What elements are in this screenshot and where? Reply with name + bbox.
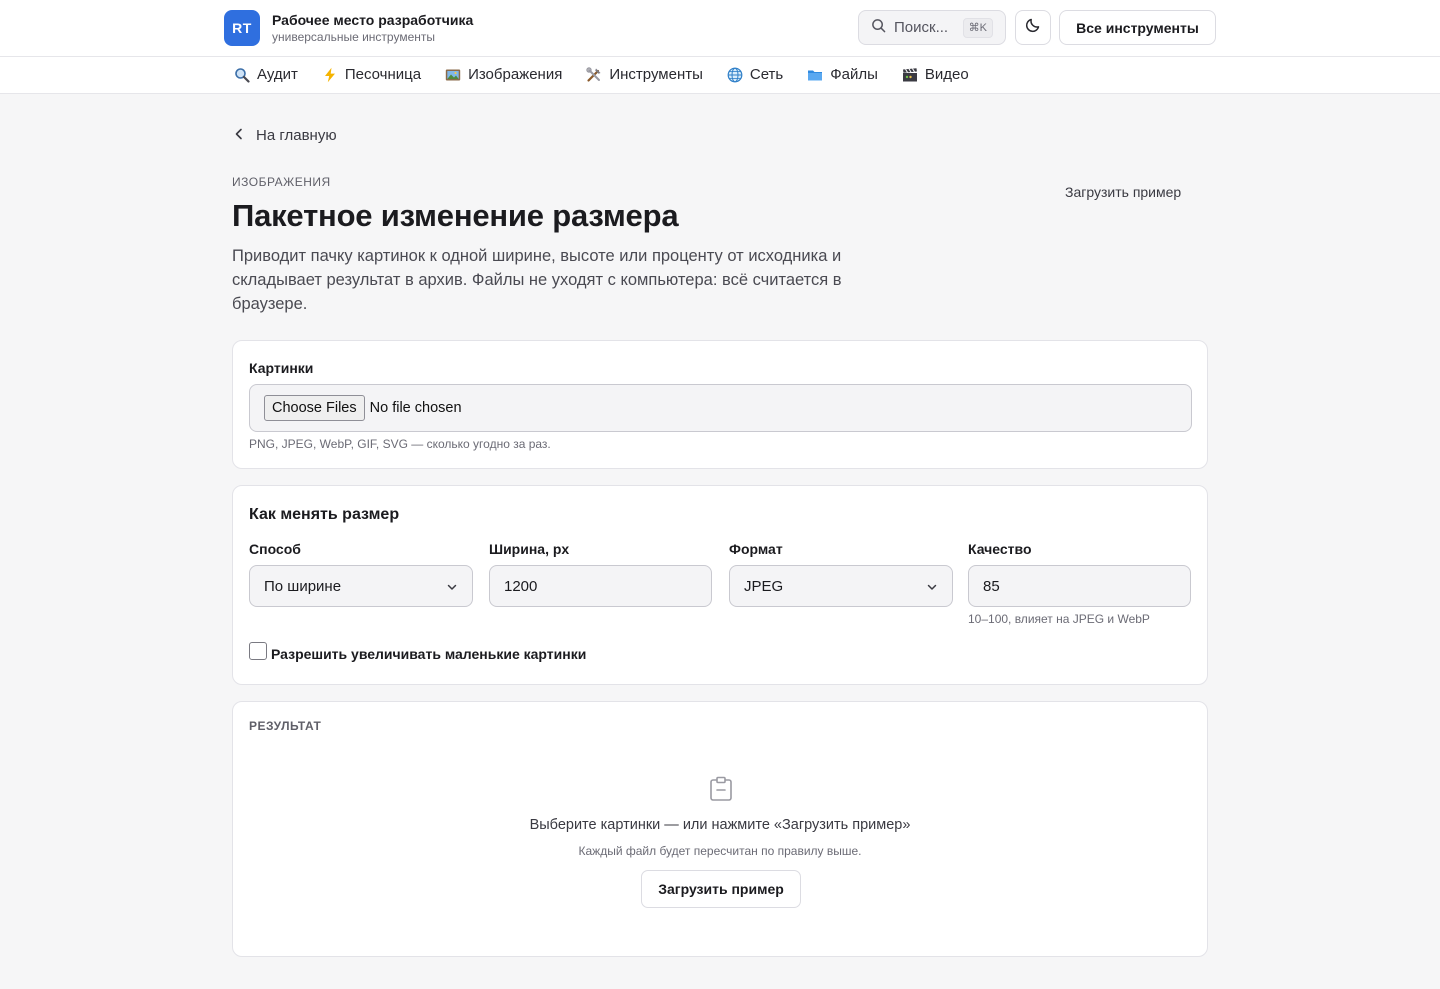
nav-item-label: Файлы [830, 66, 878, 83]
upscale-checkbox[interactable] [249, 642, 267, 660]
app-title: Рабочее место разработчика [272, 12, 474, 28]
nav-item-label: Изображения [468, 66, 563, 83]
nav-item-images[interactable]: Изображения [445, 66, 562, 83]
theme-toggle-button[interactable] [1015, 10, 1051, 45]
format-label: Формат [729, 541, 783, 557]
app-logo[interactable]: RT [224, 10, 260, 46]
nav-item-label: Сеть [749, 66, 784, 83]
nav-item-network[interactable]: Сеть [727, 66, 783, 83]
search-button[interactable]: Поиск... ⌘K [858, 10, 1006, 45]
clapper-icon [902, 67, 918, 83]
quality-input[interactable]: 85 [968, 565, 1191, 607]
nav-item-label: Инструменты [609, 66, 703, 83]
search-shortcut: ⌘K [962, 18, 993, 38]
clipboard-icon [709, 776, 733, 807]
page-description: Приводит пачку картинок к одной ширине, … [232, 247, 842, 313]
images-hint: PNG, JPEG, WebP, GIF, SVG — сколько угод… [249, 437, 551, 451]
nav-item-label: Видео [924, 66, 969, 83]
app-subtitle: универсальные инструменты [272, 30, 436, 44]
file-input[interactable]: Choose Files No file chosen [249, 384, 1192, 432]
nav-item-sandbox[interactable]: Песочница [322, 66, 421, 83]
lightning-icon [322, 67, 338, 83]
nav-item-label: Песочница [344, 66, 422, 83]
file-status: No file chosen [369, 400, 462, 416]
upscale-label[interactable]: Разрешить увеличивать маленькие картинки [271, 646, 586, 662]
result-card: РЕЗУЛЬТАТ Выберите картинки — или нажмит… [232, 701, 1208, 957]
choose-files-button[interactable]: Choose Files [264, 395, 365, 421]
page-title: Пакетное изменение размера [232, 198, 679, 233]
all-tools-button[interactable]: Все инструменты [1059, 10, 1216, 45]
quality-label: Качество [968, 541, 1032, 557]
back-link-label: На главную [256, 127, 337, 144]
format-value: JPEG [744, 577, 784, 595]
moon-icon [1025, 17, 1041, 38]
chevron-down-icon [926, 580, 938, 597]
empty-state-subtitle: Каждый файл будет пересчитан по правилу … [578, 844, 862, 858]
format-select[interactable]: JPEG [729, 565, 953, 607]
search-placeholder: Поиск... [894, 19, 949, 36]
result-label: РЕЗУЛЬТАТ [249, 719, 322, 733]
globe-icon [727, 67, 743, 83]
width-input[interactable]: 1200 [489, 565, 712, 607]
chevron-down-icon [446, 580, 458, 597]
nav-item-label: Аудит [257, 66, 298, 83]
method-value: По ширине [264, 577, 342, 595]
magnifier-icon [234, 67, 250, 83]
images-card: Картинки Choose Files No file chosen PNG… [232, 340, 1208, 469]
method-label: Способ [249, 541, 301, 557]
nav-item-video[interactable]: Видео [902, 66, 969, 83]
folder-icon [807, 67, 823, 83]
resize-section-title: Как менять размер [249, 506, 400, 523]
upscale-option[interactable]: Разрешить увеличивать маленькие картинки [249, 640, 586, 662]
width-label: Ширина, px [489, 541, 570, 557]
back-link[interactable]: На главную [234, 127, 337, 144]
search-icon [871, 18, 886, 38]
method-select[interactable]: По ширине [249, 565, 473, 607]
images-label: Картинки [249, 360, 314, 376]
load-example-button[interactable]: Загрузить пример [641, 870, 801, 908]
category-eyebrow: ИЗОБРАЖЕНИЯ [232, 175, 331, 189]
nav-item-audit[interactable]: Аудит [234, 66, 298, 83]
empty-state-title: Выберите картинки — или нажмите «Загрузи… [529, 817, 911, 833]
category-nav: Аудит Песочница Изображения Инструменты … [0, 57, 1440, 94]
load-example-link[interactable]: Загрузить пример [1065, 184, 1181, 200]
picture-icon [445, 67, 461, 83]
brand-text: Рабочее место разработчика универсальные… [272, 11, 473, 45]
brand[interactable]: RT Рабочее место разработчика универсаль… [224, 10, 473, 46]
chevron-left-icon [234, 127, 244, 144]
app-header: RT Рабочее место разработчика универсаль… [0, 0, 1440, 57]
tools-icon [586, 66, 602, 83]
nav-item-tools[interactable]: Инструменты [586, 66, 703, 83]
quality-hint: 10–100, влияет на JPEG и WebP [968, 612, 1150, 626]
resize-options-card: Как менять размер Способ По ширине Ширин… [232, 485, 1208, 685]
nav-item-files[interactable]: Файлы [807, 66, 878, 83]
